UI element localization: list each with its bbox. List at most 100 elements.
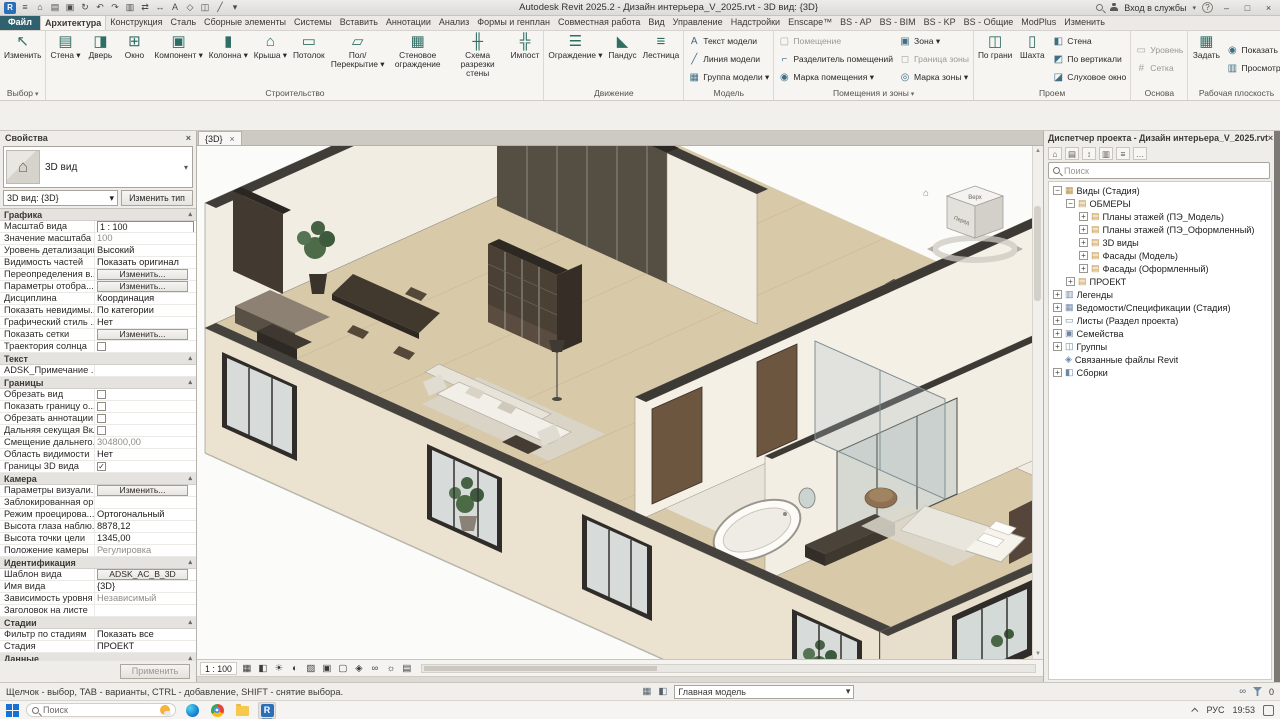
ribbon-tab-enscape[interactable]: Enscape™ <box>784 16 836 30</box>
crop-view-icon[interactable]: ▣ <box>320 662 334 675</box>
property-value-графический-стиль[interactable]: Нет <box>95 317 196 328</box>
edit-type-button[interactable]: Изменить тип <box>121 190 193 206</box>
maximize-button[interactable]: □ <box>1240 3 1255 13</box>
expander-icon[interactable]: + <box>1079 264 1088 273</box>
property-value-шаблон-вида[interactable]: ADSK_AC_B_3D <box>95 569 196 580</box>
undo-icon[interactable]: ↶ <box>94 1 106 14</box>
button-граница-зоны[interactable]: ◻Граница зоны <box>897 51 971 68</box>
ribbon-tab-анализ[interactable]: Анализ <box>435 16 473 30</box>
unlocked-3d-icon[interactable]: ◈ <box>352 662 366 675</box>
tree-item-фасады-модель[interactable]: +▤Фасады (Модель) <box>1049 249 1271 262</box>
taskbar-app-chrome[interactable] <box>208 702 226 719</box>
value-button[interactable]: Изменить... <box>97 485 188 496</box>
collapse-icon[interactable]: ▴ <box>188 617 192 628</box>
ribbon-tab-bs-kp[interactable]: BS - KP <box>920 16 960 30</box>
property-value-заголовок-на-листе[interactable] <box>95 605 196 616</box>
tree-item-планы-этажей-пэ-модель[interactable]: +▤Планы этажей (ПЭ_Модель) <box>1049 210 1271 223</box>
expander-icon[interactable]: + <box>1079 225 1088 234</box>
project-browser-close-icon[interactable]: × <box>1268 133 1273 143</box>
property-value-положение-камеры[interactable]: Регулировка <box>95 545 196 556</box>
expander-icon[interactable]: + <box>1053 290 1062 299</box>
collapse-icon[interactable]: ▴ <box>188 209 192 220</box>
drawing-area[interactable]: Верх Перед ⌂ ▲ ▼ <box>197 146 1043 659</box>
panel-label-помещения-и-зоны[interactable]: Помещения и зоны ▾ <box>774 87 973 100</box>
minimize-button[interactable]: – <box>1219 3 1234 13</box>
signin-button[interactable]: Вход в службы <box>1124 3 1186 13</box>
sun-path-icon[interactable]: ☀ <box>272 662 286 675</box>
show-crop-icon[interactable]: ▢ <box>336 662 350 675</box>
revit-app-icon[interactable]: R <box>4 2 16 14</box>
language-indicator[interactable]: РУС <box>1206 705 1224 715</box>
collapse-icon[interactable]: ▴ <box>188 653 192 661</box>
properties-close-icon[interactable]: × <box>186 133 191 143</box>
tree-item-проект[interactable]: +▤ПРОЕКТ <box>1049 275 1271 288</box>
expander-icon[interactable]: − <box>1066 199 1075 208</box>
button-задать[interactable]: ▦Задать <box>1190 32 1222 86</box>
ribbon-tab-системы[interactable]: Системы <box>290 16 336 30</box>
value-combo[interactable]: 1 : 100 <box>97 221 194 232</box>
active-workset-select[interactable]: Главная модель ▾ <box>674 685 854 699</box>
ribbon-tab-вид[interactable]: Вид <box>644 16 668 30</box>
vertical-scrollbar[interactable]: ▲ ▼ <box>1032 146 1043 659</box>
button-уровень[interactable]: ▭Уровень <box>1133 42 1185 59</box>
property-value-показать-границу-о[interactable] <box>95 401 196 412</box>
ribbon-tab-изменить[interactable]: Изменить <box>1060 16 1109 30</box>
filter-icon[interactable] <box>1253 687 1262 696</box>
taskbar-app-explorer[interactable] <box>233 702 251 719</box>
property-value-adsk-примечание[interactable] <box>95 365 196 376</box>
button-крыша[interactable]: ⌂Крыша ▾ <box>252 32 289 86</box>
ribbon-tab-формы-и-генплан[interactable]: Формы и генплан <box>473 16 554 30</box>
ribbon-tab-файл[interactable]: Файл <box>0 16 40 30</box>
viewcube-top-label[interactable]: Верх <box>968 195 982 201</box>
apply-button[interactable]: Применить <box>120 664 190 679</box>
button-по-вертикали[interactable]: ◩По вертикали <box>1050 51 1128 68</box>
property-value-видимость-частей[interactable]: Показать оригинал <box>95 257 196 268</box>
more-icon[interactable]: … <box>1133 147 1147 160</box>
property-value-имя-вида[interactable]: {3D} <box>95 581 196 592</box>
button-изменить[interactable]: ↖Изменить <box>2 32 43 86</box>
tree-item-виды-стадия[interactable]: −▦Виды (Стадия) <box>1049 184 1271 197</box>
expander-icon[interactable]: + <box>1053 316 1062 325</box>
value-button[interactable]: Изменить... <box>97 269 188 280</box>
app-menu-icon[interactable]: ≡ <box>19 1 31 14</box>
project-browser-search-input[interactable]: Поиск <box>1048 162 1270 179</box>
scroll-down-icon[interactable]: ▼ <box>1035 651 1041 657</box>
button-разделитель-помещений[interactable]: ⌐Разделитель помещений <box>776 51 895 68</box>
shadows-icon[interactable]: ◐ <box>288 662 302 675</box>
open-icon[interactable]: ▤ <box>49 1 61 14</box>
button-схема-разрезки-стены[interactable]: ╫Схема разрезки стены <box>449 32 507 86</box>
ribbon-tab-bs-общие[interactable]: BS - Общие <box>960 16 1018 30</box>
button-по-грани[interactable]: ◫По грани <box>976 32 1014 86</box>
worksets-icon[interactable]: ▦ <box>642 686 651 697</box>
section-данные[interactable]: Данные▴ <box>0 653 196 661</box>
dimension-icon[interactable]: ↔ <box>154 1 166 14</box>
button-помещение[interactable]: ▢Помещение <box>776 33 895 50</box>
sort-icon[interactable]: ↕ <box>1082 147 1096 160</box>
property-value-траектория-солнца[interactable] <box>95 341 196 352</box>
button-дверь[interactable]: ◨Дверь <box>84 32 116 86</box>
apartment-3d-model[interactable]: Верх Перед ⌂ <box>197 146 1043 659</box>
tree-item-сборки[interactable]: +◧Сборки <box>1049 366 1271 379</box>
button-пол-перекрытие[interactable]: ▱Пол/Перекрытие ▾ <box>329 32 387 86</box>
value-button[interactable]: Изменить... <box>97 329 188 340</box>
ribbon-tab-сталь[interactable]: Сталь <box>167 16 200 30</box>
property-value-масштаб-вида[interactable]: 1 : 100 <box>95 221 196 232</box>
value-button[interactable]: ADSK_AC_B_3D <box>97 569 188 580</box>
property-value-уровень-детализации[interactable]: Высокий <box>95 245 196 256</box>
button-группа-модели[interactable]: ▦Группа модели ▾ <box>686 69 771 86</box>
button-просмотр[interactable]: ▥Просмотр <box>1224 60 1280 77</box>
value-button[interactable]: Изменить... <box>97 281 188 292</box>
checkbox-icon[interactable] <box>97 426 106 435</box>
property-value-дисциплина[interactable]: Координация <box>95 293 196 304</box>
checkbox-icon[interactable] <box>97 414 106 423</box>
tree-item-3d-виды[interactable]: +▤3D виды <box>1049 236 1271 249</box>
section-текст[interactable]: Текст▴ <box>0 353 196 365</box>
section-icon[interactable]: ◫ <box>199 1 211 14</box>
taskbar-app-edge[interactable] <box>183 702 201 719</box>
button-зона[interactable]: ▣Зона ▾ <box>897 33 971 50</box>
expander-icon[interactable]: + <box>1066 277 1075 286</box>
home-icon[interactable]: ⌂ <box>34 1 46 14</box>
temporary-view-properties-icon[interactable]: ▤ <box>400 662 414 675</box>
list-view-icon[interactable]: ▤ <box>1065 147 1079 160</box>
hide-isolate-icon[interactable]: ∞ <box>368 662 382 675</box>
